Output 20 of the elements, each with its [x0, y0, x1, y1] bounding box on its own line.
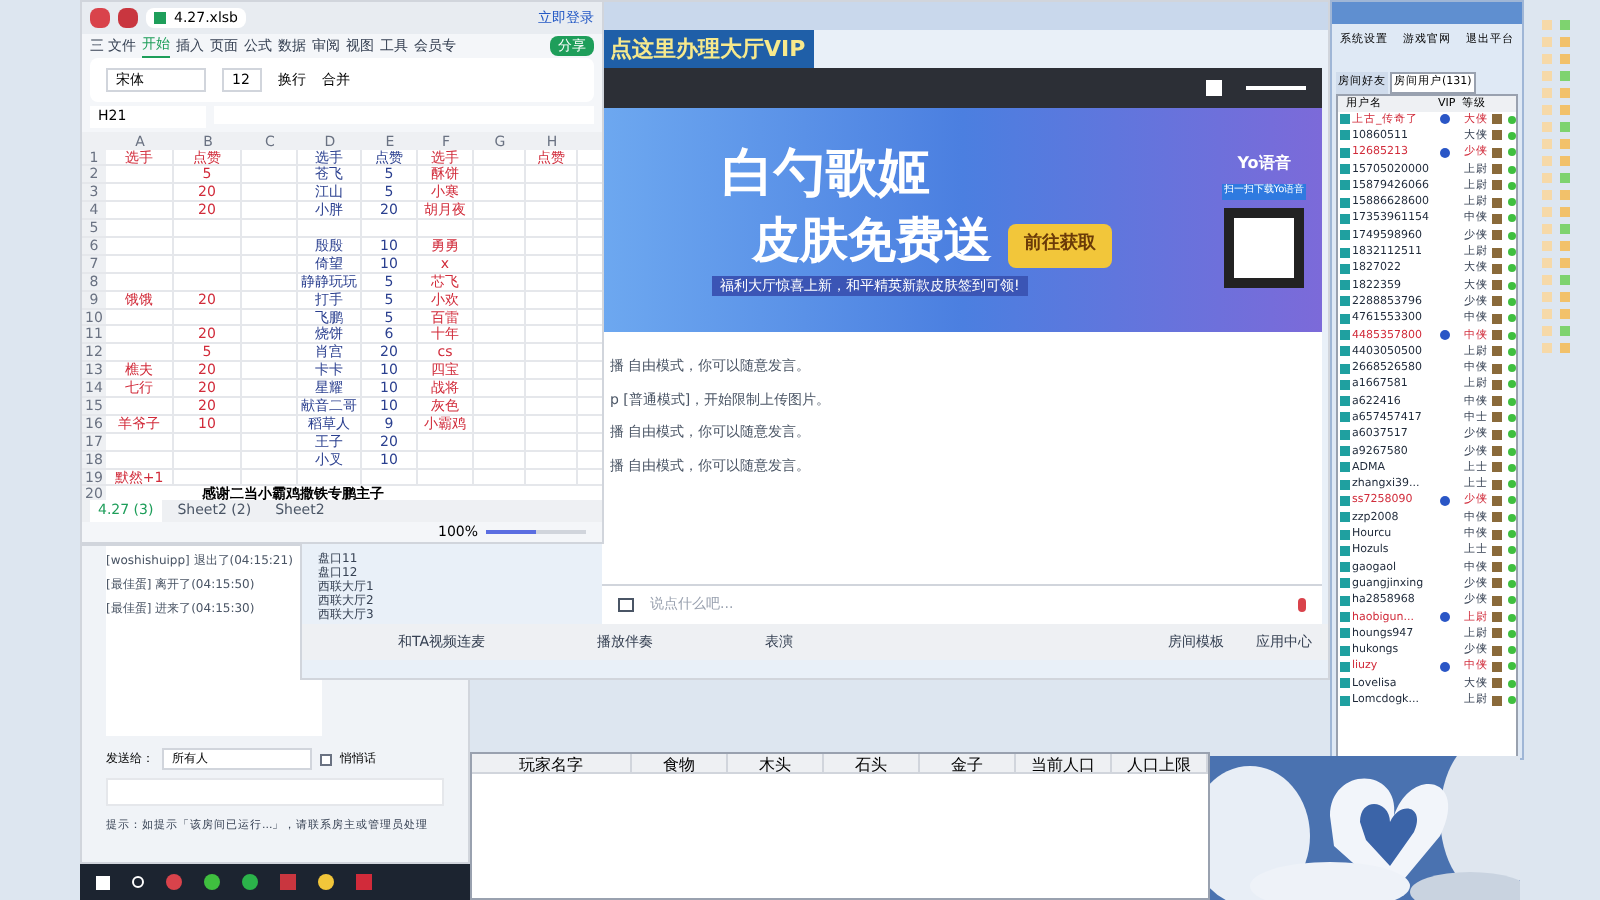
message-input[interactable]	[106, 778, 444, 806]
app-icon[interactable]	[318, 874, 334, 890]
column-header[interactable]: 当前人口	[1016, 754, 1112, 772]
microphone-icon[interactable]	[1298, 598, 1306, 612]
app-icon[interactable]	[204, 874, 220, 890]
search-icon[interactable]	[132, 876, 144, 888]
ad-title: 白勺歌姬	[722, 143, 930, 204]
column-header[interactable]: 石头	[824, 754, 920, 772]
column-header[interactable]: 玩家名字	[472, 754, 632, 772]
vip-banner[interactable]: 点这里办理大厅VIP	[602, 30, 814, 68]
column-header[interactable]: 木头	[728, 754, 824, 772]
start-icon[interactable]	[96, 875, 110, 889]
column-header[interactable]: 食物	[632, 754, 728, 772]
column-header[interactable]: 人口上限	[1112, 754, 1208, 772]
brand-label: Yo语音	[1237, 152, 1291, 177]
app-icon[interactable]	[242, 874, 258, 890]
get-now-button[interactable]: 前往获取	[1008, 224, 1112, 268]
ad-subtitle: 皮肤免费送	[752, 211, 992, 268]
checkbox[interactable]	[320, 753, 332, 765]
column-header[interactable]: 金子	[920, 754, 1016, 772]
